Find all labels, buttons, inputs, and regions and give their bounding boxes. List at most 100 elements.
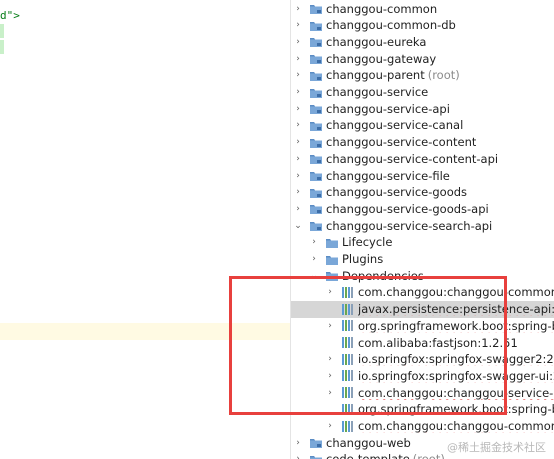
tree-row-changgou-service-goods-api[interactable]: › changgou-service-goods-api xyxy=(291,200,554,217)
chevron-right-icon[interactable]: › xyxy=(325,354,335,364)
chevron-right-icon[interactable]: › xyxy=(293,438,303,448)
library-icon xyxy=(341,303,355,316)
tree-row-org-springframework-boot-spring-boot-sta[interactable]: org.springframework.boot:spring-boot-sta xyxy=(291,401,554,418)
tree-row-changgou-common[interactable]: › changgou-common xyxy=(291,0,554,17)
tree-row-changgou-service-goods[interactable]: › changgou-service-goods xyxy=(291,184,554,201)
tree-row-lifecycle[interactable]: › Lifecycle xyxy=(291,234,554,251)
tree-row-changgou-service-api[interactable]: › changgou-service-api xyxy=(291,100,554,117)
tree-row-label: io.springfox:springfox-swagger-ui:2.6.1 xyxy=(358,368,554,383)
chevron-right-icon[interactable]: › xyxy=(293,20,303,30)
current-line-highlight xyxy=(0,323,290,340)
chevron-right-icon[interactable]: › xyxy=(293,104,303,114)
module-folder-icon xyxy=(309,69,323,82)
lifecycle-folder-icon xyxy=(325,236,339,249)
chevron-right-icon[interactable]: › xyxy=(325,388,335,398)
library-icon xyxy=(341,319,355,332)
tree-row-changgou-service[interactable]: › changgou-service xyxy=(291,84,554,101)
tree-row-label: com.changgou:changgou-common:1.0-SNA xyxy=(358,285,554,300)
chevron-right-icon[interactable]: › xyxy=(293,87,303,97)
tree-row-label: changgou-service-goods-api xyxy=(326,201,489,216)
tree-row-label: Lifecycle xyxy=(342,235,393,250)
tree-row-io-springfox-springfox-swagger2-2-6-1[interactable]: › io.springfox:springfox-swagger2:2.6.1 xyxy=(291,351,554,368)
tree-row-label: com.changgou:changgou-common-1.0-SNA xyxy=(358,419,554,433)
watermark: @稀土掘金技术社区 xyxy=(447,441,546,454)
tree-row-changgou-service-content-api[interactable]: › changgou-service-content-api xyxy=(291,150,554,167)
chevron-right-icon[interactable]: › xyxy=(325,321,335,331)
tree-row-label: changgou-web xyxy=(326,435,411,450)
module-folder-icon xyxy=(309,119,323,132)
tree-row-label: code-template xyxy=(326,452,410,459)
tree-row-label: changgou-service-api xyxy=(326,101,450,116)
chevron-right-icon[interactable]: › xyxy=(325,287,335,297)
root-suffix: (root) xyxy=(413,452,445,459)
module-folder-icon xyxy=(309,86,323,99)
root-suffix: (root) xyxy=(427,68,460,83)
library-icon xyxy=(341,369,355,382)
module-folder-icon xyxy=(309,169,323,182)
tree-row-changgou-eureka[interactable]: › changgou-eureka xyxy=(291,33,554,50)
tree-row-label: com.changgou:changgou-service-goods-ap xyxy=(358,385,554,400)
tree-row-label: javax.persistence:persistence-api:1.0 xyxy=(358,302,554,317)
dependencies-folder-icon xyxy=(325,269,339,282)
library-icon xyxy=(341,403,355,416)
chevron-right-icon[interactable]: › xyxy=(293,37,303,47)
tree-row-org-springframework-boot-spring-boot-star[interactable]: › org.springframework.boot:spring-boot-st… xyxy=(291,317,554,334)
maven-project-tree[interactable]: › changgou-common › changgou-common-db › chan… xyxy=(291,0,554,459)
tree-row-plugins[interactable]: › Plugins xyxy=(291,251,554,268)
tree-row-label: Plugins xyxy=(342,252,384,266)
chevron-right-icon[interactable]: › xyxy=(293,154,303,164)
tree-row-com-changgou-changgou-service-goods-ap[interactable]: › com.changgou:changgou-service-goods-ap xyxy=(291,384,554,401)
module-folder-icon xyxy=(309,219,323,232)
module-folder-icon xyxy=(309,136,323,149)
tree-row-label: changgou-service-content-api xyxy=(326,151,499,166)
tree-row-io-springfox-springfox-swagger-ui-2-6-1[interactable]: › io.springfox:springfox-swagger-ui:2.6.1 xyxy=(291,367,554,384)
chevron-right-icon[interactable]: › xyxy=(309,237,319,247)
chevron-right-icon[interactable]: › xyxy=(293,137,303,147)
chevron-right-icon[interactable]: › xyxy=(325,371,335,381)
tree-row-label: changgou-eureka xyxy=(326,34,427,49)
module-folder-icon xyxy=(309,152,323,165)
tree-row-changgou-gateway[interactable]: › changgou-gateway xyxy=(291,50,554,67)
plugins-folder-icon xyxy=(325,253,339,266)
chevron-right-icon[interactable]: › xyxy=(309,254,319,264)
tree-row-label: changgou-common xyxy=(326,1,438,16)
tree-row-changgou-service-canal[interactable]: › changgou-service-canal xyxy=(291,117,554,134)
chevron-right-icon[interactable]: › xyxy=(293,454,303,459)
tree-row-com-changgou-changgou-common-1-0-sna[interactable]: › com.changgou:changgou-common:1.0-SNA xyxy=(291,284,554,301)
tree-row-label: Dependencies xyxy=(342,268,424,283)
change-marker xyxy=(0,40,4,54)
chevron-right-icon[interactable]: › xyxy=(293,4,303,14)
tree-row-changgou-service-search-api[interactable]: ⌄ changgou-service-search-api xyxy=(291,217,554,234)
library-icon xyxy=(341,353,355,366)
tree-row-changgou-common-db[interactable]: › changgou-common-db xyxy=(291,17,554,34)
module-folder-icon xyxy=(309,52,323,65)
tree-row-label: changgou-service xyxy=(326,85,429,99)
chevron-right-icon[interactable]: › xyxy=(293,187,303,197)
tree-row-com-changgou-changgou-common-1-0-sna[interactable]: › com.changgou:changgou-common-1.0-SNA xyxy=(291,418,554,435)
library-icon xyxy=(341,386,355,399)
tree-row-changgou-service-file[interactable]: › changgou-service-file xyxy=(291,167,554,184)
chevron-down-icon[interactable]: ⌄ xyxy=(309,271,319,281)
chevron-right-icon[interactable]: › xyxy=(293,70,303,80)
tree-row-label: changgou-service-goods xyxy=(326,185,468,200)
module-folder-icon xyxy=(309,186,323,199)
tree-row-changgou-service-content[interactable]: › changgou-service-content xyxy=(291,134,554,151)
chevron-right-icon[interactable]: › xyxy=(293,171,303,181)
tree-row-label: changgou-parent xyxy=(326,68,425,83)
code-editor[interactable]: d"> xyxy=(0,0,291,459)
chevron-right-icon[interactable]: › xyxy=(325,421,335,431)
chevron-down-icon[interactable]: ⌄ xyxy=(293,221,303,231)
tree-row-com-alibaba-fastjson-1-2-51[interactable]: com.alibaba:fastjson:1.2.51 xyxy=(291,334,554,351)
chevron-right-icon[interactable]: › xyxy=(293,54,303,64)
tree-row-label: org.springframework.boot:spring-boot-sta… xyxy=(358,318,554,333)
chevron-right-icon[interactable]: › xyxy=(293,120,303,130)
tree-row-dependencies[interactable]: ⌄ Dependencies xyxy=(291,267,554,284)
module-folder-icon xyxy=(309,2,323,15)
library-icon xyxy=(341,286,355,299)
tree-row-javax-persistence-persistence-api-1-0[interactable]: javax.persistence:persistence-api:1.0 xyxy=(291,300,554,318)
tree-row-changgou-parent[interactable]: › changgou-parent (root) xyxy=(291,67,554,84)
tree-row-label: changgou-service-search-api xyxy=(326,218,493,233)
chevron-right-icon[interactable]: › xyxy=(293,204,303,214)
tree-row-label: com.alibaba:fastjson:1.2.51 xyxy=(358,335,518,350)
tree-row-label: io.springfox:springfox-swagger2:2.6.1 xyxy=(358,352,554,367)
